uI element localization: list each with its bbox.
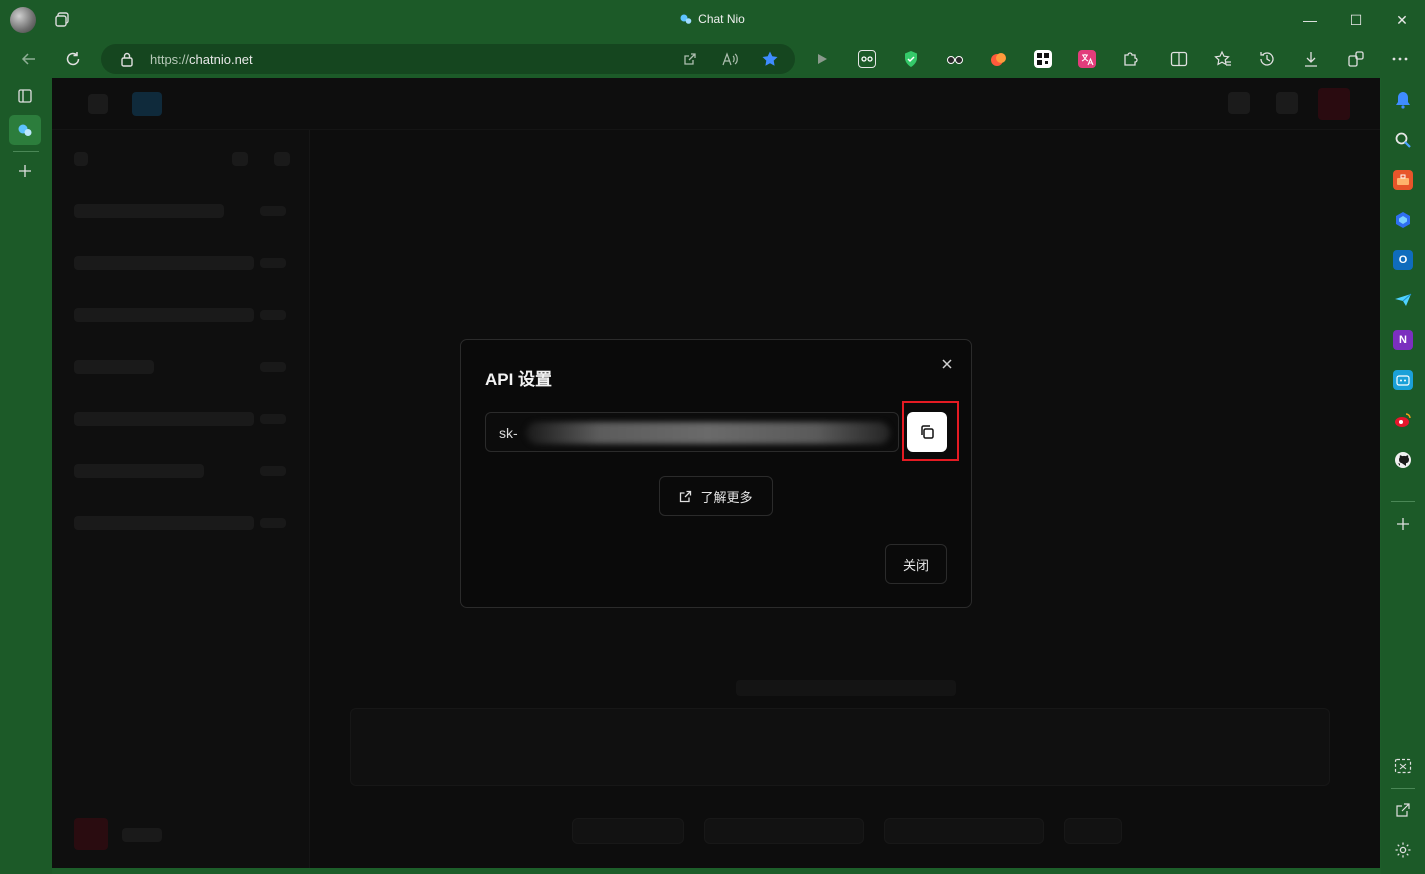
github-icon[interactable] xyxy=(1393,450,1413,470)
model-pill xyxy=(1064,818,1122,844)
weibo-icon[interactable] xyxy=(1393,410,1413,430)
qr-icon[interactable] xyxy=(1034,50,1052,68)
api-key-redacted xyxy=(526,422,890,444)
api-settings-dialog: API 设置 sk- 了解更多 关闭 xyxy=(460,339,972,608)
ublock-icon[interactable] xyxy=(858,50,876,68)
search-icon[interactable] xyxy=(1393,130,1413,150)
favorite-star-icon[interactable] xyxy=(761,50,779,68)
copy-key-button[interactable] xyxy=(907,412,947,452)
screenshot-icon[interactable] xyxy=(1393,756,1413,776)
list-item xyxy=(74,412,254,426)
sidebar-divider xyxy=(1391,788,1415,789)
chatnio-favicon-icon xyxy=(14,119,36,141)
toolbar-icons-dimmed xyxy=(736,680,956,696)
username xyxy=(122,828,162,842)
page-header-dimmed xyxy=(52,78,1380,130)
close-icon xyxy=(942,359,952,369)
conversation-list-dimmed xyxy=(52,130,310,868)
back-arrow-icon xyxy=(21,53,35,65)
sidebar-divider xyxy=(1391,501,1415,502)
dialog-close-button[interactable] xyxy=(939,356,955,372)
external-link-icon xyxy=(680,490,692,502)
play-icon[interactable] xyxy=(813,50,831,68)
browser-toolbar: https://chatnio.net xyxy=(0,40,1425,78)
edge-sidebar: O N xyxy=(1381,78,1425,874)
refresh-button[interactable] xyxy=(60,47,86,71)
bell-icon[interactable] xyxy=(1393,90,1413,110)
downloads-icon[interactable] xyxy=(1302,50,1320,68)
user-avatar xyxy=(74,818,108,850)
external-link-icon[interactable] xyxy=(1393,800,1413,820)
model-pill xyxy=(704,818,864,844)
toolbox-icon[interactable] xyxy=(1393,170,1413,190)
language-icon xyxy=(1276,92,1298,114)
puzzle-icon[interactable] xyxy=(1122,50,1140,68)
chat-input-dimmed xyxy=(350,708,1330,786)
refresh-icon xyxy=(274,152,290,166)
model-pill xyxy=(572,818,684,844)
add-sidebar-app-icon[interactable] xyxy=(1393,514,1413,534)
settings-gear-icon[interactable] xyxy=(1393,840,1413,860)
share-icon xyxy=(1228,92,1250,114)
url-text: https://chatnio.net xyxy=(150,52,253,67)
shield-icon[interactable] xyxy=(902,50,920,68)
split-screen-icon[interactable] xyxy=(1170,50,1188,68)
close-window-button[interactable]: ✕ xyxy=(1379,0,1425,40)
avatar xyxy=(1318,88,1350,120)
list-item xyxy=(74,464,204,478)
learn-more-label: 了解更多 xyxy=(700,489,753,505)
minimize-button[interactable]: — xyxy=(1287,0,1333,40)
vertical-tabs-rail xyxy=(0,78,52,874)
open-in-app-icon[interactable] xyxy=(681,50,699,68)
dialog-title: API 设置 xyxy=(485,370,553,389)
history-icon[interactable] xyxy=(1258,50,1276,68)
tab-actions-icon[interactable] xyxy=(14,85,36,107)
window-title: Chat Nio xyxy=(0,12,1425,26)
address-bar[interactable]: https://chatnio.net xyxy=(101,44,795,74)
api-key-field[interactable]: sk- xyxy=(485,412,899,452)
rail-divider xyxy=(13,151,39,152)
title-bar: Chat Nio — ☐ ✕ xyxy=(0,0,1425,40)
copy-icon xyxy=(921,425,934,439)
refresh-icon xyxy=(66,52,80,66)
orange-icon[interactable] xyxy=(990,50,1008,68)
list-item xyxy=(74,256,254,270)
api-key-prefix: sk- xyxy=(499,425,518,441)
onenote-icon[interactable]: N xyxy=(1393,330,1413,350)
copilot-icon[interactable] xyxy=(1393,210,1413,230)
list-item xyxy=(74,308,254,322)
delete-icon xyxy=(232,152,248,166)
back-button[interactable] xyxy=(16,47,42,71)
read-aloud-icon[interactable] xyxy=(721,50,739,68)
send-icon[interactable] xyxy=(1393,290,1413,310)
collapse-icon xyxy=(74,152,88,166)
outlook-icon[interactable]: O xyxy=(1393,250,1413,270)
collections-icon[interactable] xyxy=(1347,50,1365,68)
glasses-icon[interactable] xyxy=(946,50,964,68)
chatnio-logo-icon xyxy=(680,14,692,24)
chatnio-logo-icon xyxy=(132,92,162,116)
model-pill xyxy=(884,818,1044,844)
menu-icon xyxy=(88,94,108,114)
new-tab-icon[interactable] xyxy=(14,160,36,182)
lock-icon xyxy=(121,52,133,67)
bilibili-icon[interactable] xyxy=(1393,370,1413,390)
list-item xyxy=(74,204,224,218)
more-menu-icon[interactable] xyxy=(1391,50,1409,68)
translate-icon[interactable] xyxy=(1078,50,1096,68)
close-button[interactable]: 关闭 xyxy=(885,544,947,584)
learn-more-button[interactable]: 了解更多 xyxy=(659,476,773,516)
maximize-button[interactable]: ☐ xyxy=(1333,0,1379,40)
favorites-icon[interactable] xyxy=(1214,50,1232,68)
list-item xyxy=(74,360,154,374)
list-item xyxy=(74,516,254,530)
